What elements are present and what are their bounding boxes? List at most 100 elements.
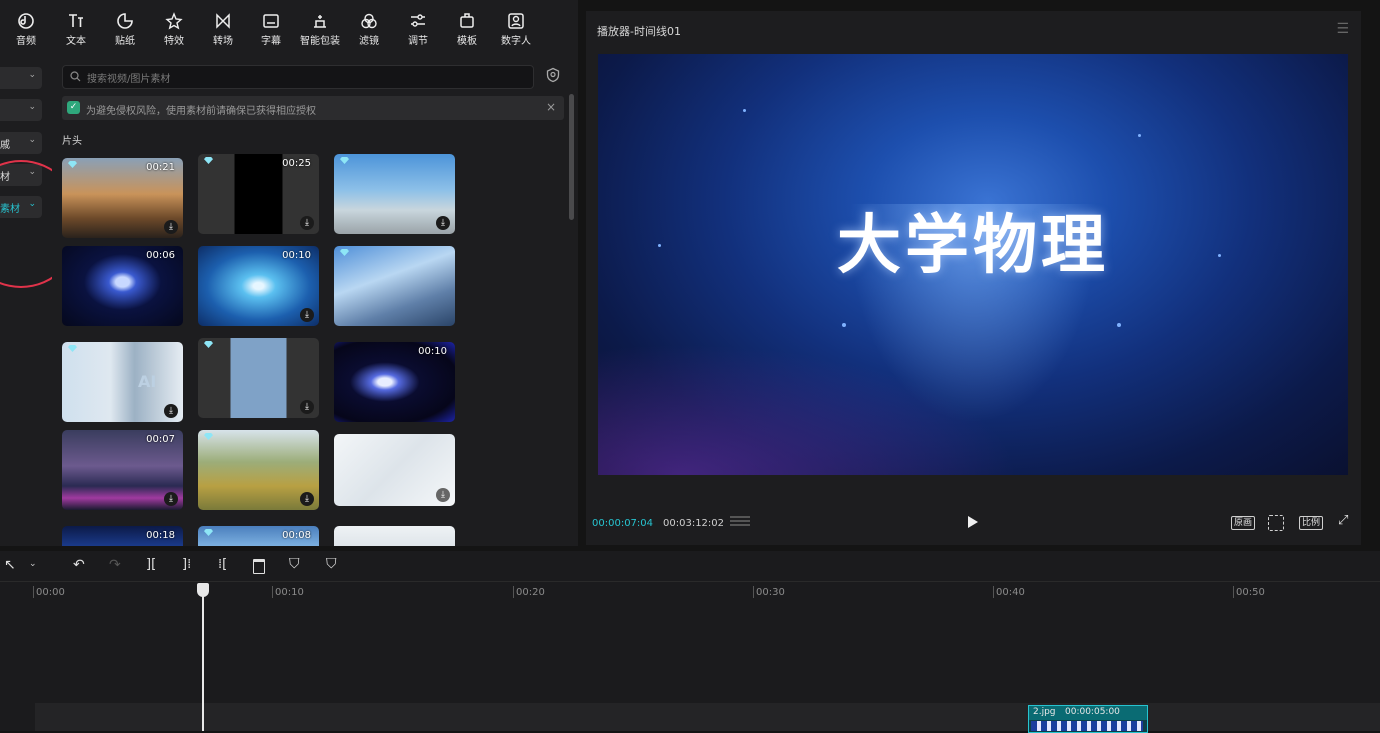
- download-icon[interactable]: ⤓: [164, 492, 178, 506]
- delete-icon[interactable]: [253, 559, 265, 574]
- toolbar-filter[interactable]: 滤镜: [347, 12, 391, 47]
- clip-name: 2.jpg: [1033, 707, 1056, 717]
- preview-particle: [743, 109, 746, 112]
- clip-duration: 00:00:05:00: [1065, 707, 1120, 717]
- chevron-down-icon[interactable]: ⌄: [29, 559, 37, 569]
- playhead-handle[interactable]: [197, 583, 209, 597]
- premium-diamond-icon: [340, 157, 349, 164]
- media-card[interactable]: ⤓: [334, 434, 455, 506]
- video-preview[interactable]: 大学物理: [598, 54, 1348, 475]
- media-card[interactable]: 00:10: [334, 342, 455, 422]
- media-card[interactable]: [334, 526, 455, 546]
- card-duration: 00:07: [146, 434, 175, 445]
- copyright-notice: ✓ 为避免侵权风险，使用素材前请确保已获得相应授权 ×: [62, 96, 564, 120]
- clip-thumbnails: [1031, 721, 1143, 731]
- tick-line: [993, 586, 994, 598]
- shield-icon[interactable]: ⛉: [326, 556, 337, 572]
- original-quality-button[interactable]: 原画: [1231, 516, 1256, 530]
- toolbar-audio[interactable]: 音频: [4, 12, 48, 47]
- fit-screen-icon[interactable]: [1268, 515, 1284, 531]
- play-button[interactable]: [968, 516, 978, 528]
- shield-check-icon: ✓: [67, 101, 80, 114]
- media-card[interactable]: 00:06: [62, 246, 183, 326]
- card-duration: 00:25: [282, 158, 311, 169]
- select-cursor-icon[interactable]: ↖: [4, 557, 16, 573]
- player-title: 播放器-时间线01: [597, 25, 681, 38]
- playhead[interactable]: [202, 583, 204, 731]
- premium-diamond-icon: [68, 345, 77, 352]
- media-card[interactable]: AI ⤓: [62, 342, 183, 422]
- toolbar-template[interactable]: 模板: [445, 12, 489, 47]
- text-icon: [69, 14, 83, 27]
- tick-label: 00:40: [996, 587, 1025, 598]
- media-card[interactable]: 00:25 ⤓: [198, 154, 319, 234]
- download-icon[interactable]: ⤓: [164, 404, 178, 418]
- timeline-clip[interactable]: 2.jpg 00:00:05:00: [1028, 705, 1148, 733]
- media-card[interactable]: 00:21 ⤓: [62, 158, 183, 238]
- download-icon[interactable]: ⤓: [164, 220, 178, 234]
- toolbar-adjust[interactable]: 调节: [396, 12, 440, 47]
- media-card[interactable]: ⤓: [198, 430, 319, 510]
- tick-line: [1233, 586, 1234, 598]
- toolbar-sticker[interactable]: 贴纸: [103, 12, 147, 47]
- tick-line: [33, 586, 34, 598]
- menu-icon[interactable]: ☰: [1336, 21, 1349, 37]
- toolbar-subtitle[interactable]: 字幕: [249, 12, 293, 47]
- media-card[interactable]: 00:07 ⤓: [62, 430, 183, 510]
- premium-diamond-icon: [204, 529, 213, 536]
- media-card[interactable]: [334, 246, 455, 326]
- toolbar-label: 滤镜: [359, 36, 379, 47]
- waveform-icon[interactable]: [730, 516, 750, 528]
- toolbar-smart-pack[interactable]: 智能包装: [298, 12, 342, 47]
- premium-diamond-icon: [68, 161, 77, 168]
- media-card[interactable]: 00:08: [198, 526, 319, 546]
- shield-check-icon[interactable]: ⛉: [289, 556, 300, 572]
- media-card[interactable]: ⤓: [198, 338, 319, 418]
- media-card[interactable]: 00:18: [62, 526, 183, 546]
- premium-diamond-icon: [204, 341, 213, 348]
- undo-icon[interactable]: ↶: [73, 557, 85, 573]
- chevron-down-icon: ⌄: [28, 70, 36, 80]
- toolbar-label: 转场: [213, 36, 233, 47]
- toolbar-avatar[interactable]: 数字人: [494, 12, 538, 47]
- toolbar-text[interactable]: 文本: [54, 12, 98, 47]
- aspect-ratio-button[interactable]: 比例: [1299, 516, 1324, 530]
- image-search-icon[interactable]: [545, 67, 561, 83]
- trim-right-icon[interactable]: ⁞[: [218, 557, 227, 572]
- download-icon[interactable]: ⤓: [300, 400, 314, 414]
- toolbar-label: 特效: [164, 36, 184, 47]
- tick-line: [272, 586, 273, 598]
- redo-icon[interactable]: ↷: [109, 557, 121, 573]
- category-item[interactable]: ⌄: [0, 67, 42, 89]
- section-title: 片头: [62, 136, 82, 147]
- download-icon[interactable]: ⤓: [300, 216, 314, 230]
- chevron-down-icon: ⌄: [28, 102, 36, 112]
- fullscreen-icon[interactable]: ⤢: [1338, 513, 1348, 528]
- adjust-icon: [411, 14, 425, 27]
- search-input[interactable]: 搜索视频/图片素材: [62, 65, 534, 89]
- category-item[interactable]: ⌄: [0, 99, 42, 121]
- trim-left-icon[interactable]: ]⁞: [182, 557, 191, 572]
- timeline-track[interactable]: [35, 703, 1380, 731]
- media-scrollbar[interactable]: [569, 94, 574, 220]
- preview-particle: [1117, 323, 1121, 327]
- tick-line: [513, 586, 514, 598]
- download-icon[interactable]: ⤓: [300, 308, 314, 322]
- avatar-icon: [508, 13, 524, 29]
- download-icon[interactable]: ⤓: [436, 488, 450, 502]
- split-icon[interactable]: ][: [146, 557, 156, 572]
- toolbar-effects[interactable]: 特效: [152, 12, 196, 47]
- tick-label: 00:00: [36, 587, 65, 598]
- download-icon[interactable]: ⤓: [436, 216, 450, 230]
- close-icon[interactable]: ×: [546, 100, 556, 114]
- notice-text: 为避免侵权风险，使用素材前请确保已获得相应授权: [86, 106, 316, 117]
- download-icon[interactable]: ⤓: [300, 492, 314, 506]
- media-card[interactable]: 00:10 ⤓: [198, 246, 319, 326]
- media-card[interactable]: ⤓: [334, 154, 455, 234]
- toolbar-transition[interactable]: 转场: [201, 12, 245, 47]
- tick-label: 00:20: [516, 587, 545, 598]
- category-item[interactable]: 戚 ⌄: [0, 132, 42, 154]
- preview-particle: [1138, 134, 1141, 137]
- subtitle-icon: [263, 14, 279, 28]
- card-duration: 00:18: [146, 530, 175, 541]
